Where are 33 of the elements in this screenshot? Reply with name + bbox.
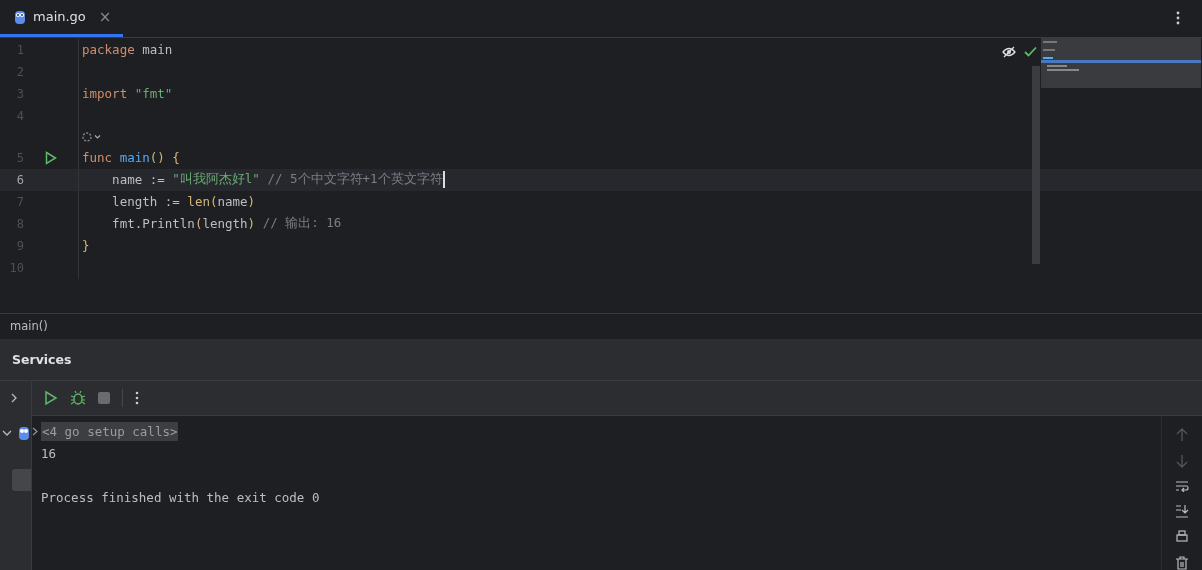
console-output: Process finished with the exit code 0 bbox=[41, 489, 320, 505]
trash-icon[interactable] bbox=[1175, 556, 1189, 570]
code-line: } bbox=[82, 238, 90, 254]
code-line: import "fmt" bbox=[82, 86, 173, 102]
expand-icon[interactable] bbox=[10, 393, 18, 403]
scroll-to-end-icon[interactable] bbox=[1175, 504, 1189, 518]
more-icon[interactable] bbox=[1176, 11, 1180, 26]
hint-icon[interactable] bbox=[82, 131, 102, 142]
code-line: func main() { bbox=[82, 150, 180, 166]
console-output: 16 bbox=[41, 445, 57, 461]
code-line: fmt.Println(length) // 输出: 16 bbox=[111, 215, 342, 233]
gopher-icon bbox=[14, 8, 26, 25]
hidden-eye-icon[interactable] bbox=[1002, 45, 1016, 58]
wrap-icon[interactable] bbox=[1175, 480, 1189, 492]
collapse-icon[interactable] bbox=[2, 429, 12, 437]
more-icon[interactable] bbox=[135, 391, 139, 405]
code-line: package main bbox=[82, 42, 173, 58]
close-icon[interactable]: × bbox=[98, 7, 112, 26]
run-icon[interactable] bbox=[45, 150, 57, 165]
code-line: length := len(name) bbox=[111, 194, 256, 210]
breadcrumb[interactable]: main() bbox=[0, 313, 1202, 340]
scrollbar[interactable] bbox=[1032, 65, 1040, 264]
code-line: name := "叫我阿杰好l" // 5个中文字符+1个英文字符 bbox=[111, 171, 445, 189]
run-icon[interactable] bbox=[44, 390, 58, 406]
panel-title: Services bbox=[0, 340, 1202, 381]
expand-icon[interactable] bbox=[32, 426, 38, 436]
line-number: 6 bbox=[15, 172, 24, 187]
bug-icon[interactable] bbox=[70, 390, 86, 406]
print-icon[interactable] bbox=[1175, 530, 1189, 544]
folded-calls[interactable]: <4 go setup calls> bbox=[41, 421, 179, 441]
check-icon[interactable] bbox=[1024, 45, 1037, 57]
gopher-icon[interactable] bbox=[18, 425, 30, 441]
file-tab[interactable]: main.go × bbox=[0, 0, 124, 37]
